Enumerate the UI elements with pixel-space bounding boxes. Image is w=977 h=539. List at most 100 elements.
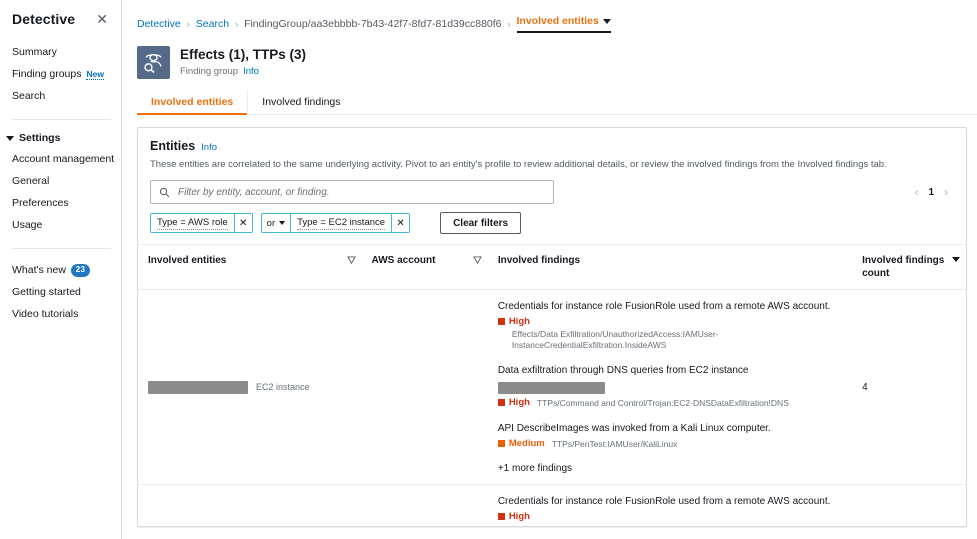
filter-row: ‹ 1 › xyxy=(138,171,966,204)
sidebar-item-getting-started[interactable]: Getting started xyxy=(0,281,121,303)
severity-badge: High xyxy=(497,316,530,327)
cell-involved-entity: FusionRole AWS role xyxy=(138,484,362,526)
sidebar-title: Detective xyxy=(12,11,76,27)
more-findings-label[interactable]: +1 more findings xyxy=(498,463,846,474)
table-head: Involved entities AWS account Involved f… xyxy=(138,244,966,290)
redacted-entity-name xyxy=(148,380,248,394)
column-header-involved-findings: Involved findings xyxy=(487,244,853,290)
sidebar-footer-group: What's new 23 Getting started Video tuto… xyxy=(0,249,121,325)
table-row[interactable]: EC2 instance Credentials for instance ro… xyxy=(138,289,966,485)
severity-badge: High xyxy=(497,511,530,522)
finding-item[interactable]: Credentials for instance role FusionRole… xyxy=(497,300,846,351)
severity-label: High xyxy=(508,316,530,327)
finding-item[interactable]: Data exfiltration through DNS queries fr… xyxy=(497,364,846,409)
sidebar-settings-group: Account management General Preferences U… xyxy=(0,148,121,236)
close-icon[interactable]: ✕ xyxy=(94,11,110,27)
breadcrumb-item-involved-entities[interactable]: Involved entities xyxy=(516,14,611,33)
table-row[interactable]: FusionRole AWS role Credentials for inst… xyxy=(138,484,966,526)
sidebar-item-usage[interactable]: Usage xyxy=(0,214,121,236)
column-header-aws-account[interactable]: AWS account xyxy=(361,244,488,290)
cell-involved-findings: Credentials for instance role FusionRole… xyxy=(487,289,853,485)
sidebar-item-search[interactable]: Search xyxy=(0,85,121,107)
chevron-down-icon xyxy=(6,135,14,141)
column-label: Involved findings xyxy=(497,255,581,266)
breadcrumb: Detective › Search › FindingGroup/aa3ebb… xyxy=(122,0,977,33)
breadcrumb-separator: › xyxy=(507,18,511,29)
sidebar-item-label: Video tutorials xyxy=(12,308,79,320)
finding-path: TTPs/PenTest:IAMUser/KaliLinux xyxy=(551,439,678,449)
card-info-link[interactable]: Info xyxy=(201,142,217,153)
chevron-left-icon[interactable]: ‹ xyxy=(914,186,918,198)
finding-item[interactable]: Credentials for instance role FusionRole… xyxy=(497,495,846,526)
sidebar-item-label: General xyxy=(12,175,50,187)
sidebar-item-finding-groups[interactable]: Finding groups New xyxy=(0,63,121,85)
cell-findings-count: 2 xyxy=(852,484,966,526)
entity-type-label: EC2 instance xyxy=(256,382,310,392)
sidebar-item-label: Account management xyxy=(12,153,115,165)
sidebar-item-label: Search xyxy=(12,90,46,102)
tab-label: Involved entities xyxy=(151,96,234,108)
sidebar-item-label: Summary xyxy=(12,46,57,58)
sidebar-primary-group: Summary Finding groups New Search xyxy=(0,27,121,107)
close-icon[interactable]: ✕ xyxy=(233,214,252,232)
app-root: Detective ✕ Summary Finding groups New S… xyxy=(0,0,977,539)
column-header-involved-findings-count[interactable]: Involved findings count xyxy=(852,244,966,290)
finding-title: API DescribeImages was invoked from a Ka… xyxy=(497,423,771,434)
filter-operator-dropdown[interactable]: or xyxy=(262,214,292,232)
column-header-involved-entities[interactable]: Involved entities xyxy=(138,244,362,290)
sidebar-item-whats-new[interactable]: What's new 23 xyxy=(0,259,121,281)
sort-icon-active xyxy=(952,257,960,262)
sidebar-item-label: Preferences xyxy=(12,197,69,209)
page-title: Effects (1), TTPs (3) xyxy=(180,47,307,62)
sidebar-item-preferences[interactable]: Preferences xyxy=(0,192,121,214)
chevron-right-icon[interactable]: › xyxy=(944,186,948,198)
finding-path: Effects/Data Exfiltration/UnauthorizedAc… xyxy=(511,329,719,350)
breadcrumb-item-search[interactable]: Search xyxy=(196,17,229,31)
severity-badge: High xyxy=(497,397,530,408)
sidebar-item-label: What's new xyxy=(12,264,66,276)
filter-token-text: Type = EC2 instance xyxy=(297,216,386,230)
close-icon[interactable]: ✕ xyxy=(391,214,409,232)
chevron-down-icon xyxy=(279,221,286,225)
cell-aws-account xyxy=(361,484,488,526)
filter-token-ec2-instance[interactable]: or Type = EC2 instance ✕ xyxy=(260,213,411,233)
entities-card: Entities Info These entities are correla… xyxy=(137,127,967,527)
breadcrumb-item-finding-group: FindingGroup/aa3ebbbb-7b43-42f7-8fd7-81d… xyxy=(244,17,502,30)
sidebar-item-account-management[interactable]: Account management xyxy=(0,148,121,170)
sidebar-item-summary[interactable]: Summary xyxy=(0,41,121,63)
filter-token-aws-role[interactable]: Type = AWS role ✕ xyxy=(150,213,253,233)
finding-title: Data exfiltration through DNS queries fr… xyxy=(497,365,749,376)
breadcrumb-item-detective[interactable]: Detective xyxy=(137,17,181,31)
finding-meta: High xyxy=(497,316,846,327)
breadcrumb-separator: › xyxy=(186,18,190,29)
sidebar-item-video-tutorials[interactable]: Video tutorials xyxy=(0,303,121,325)
finding-item[interactable]: API DescribeImages was invoked from a Ka… xyxy=(497,422,846,450)
sidebar-item-label: Usage xyxy=(12,219,43,231)
finding-meta: High xyxy=(497,511,846,522)
severity-swatch xyxy=(497,318,505,325)
filter-operator-label: or xyxy=(266,217,276,229)
page-header: Effects (1), TTPs (3) Finding group Info xyxy=(122,33,977,79)
redacted-instance-id xyxy=(497,382,605,394)
page-title-block: Effects (1), TTPs (3) Finding group Info xyxy=(180,46,306,77)
page-subtitle-row: Finding group Info xyxy=(180,66,306,77)
tab-involved-findings[interactable]: Involved findings xyxy=(248,90,354,114)
chevron-down-icon xyxy=(602,18,611,24)
sidebar-item-general[interactable]: General xyxy=(0,170,121,192)
table-header-row: Involved entities AWS account Involved f… xyxy=(138,244,966,290)
sidebar-section-settings[interactable]: Settings xyxy=(0,120,121,148)
page-number[interactable]: 1 xyxy=(928,187,934,198)
search-input[interactable] xyxy=(176,185,545,199)
search-box[interactable] xyxy=(150,180,554,204)
sidebar-item-label: Getting started xyxy=(12,286,81,298)
page-subtitle: Finding group xyxy=(180,66,239,77)
filter-token-label: Type = EC2 instance xyxy=(291,214,391,232)
card-title: Entities xyxy=(150,139,196,153)
clear-filters-button[interactable]: Clear filters xyxy=(440,212,522,234)
severity-swatch xyxy=(497,513,505,520)
sidebar: Detective ✕ Summary Finding groups New S… xyxy=(0,0,122,539)
sidebar-section-label: Settings xyxy=(19,132,61,144)
tab-involved-entities[interactable]: Involved entities xyxy=(137,90,249,115)
info-link[interactable]: Info xyxy=(243,66,259,77)
finding-meta: High TTPs/Command and Control/Trojan:EC2… xyxy=(497,397,846,409)
